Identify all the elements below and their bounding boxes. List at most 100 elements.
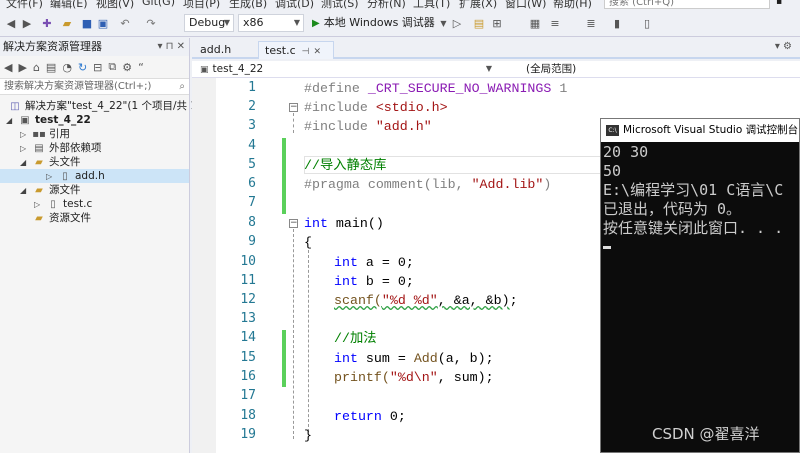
tab-overflow-icon[interactable]: ▾ ⚙ [775,41,792,52]
fold-guide [293,113,294,133]
external-deps-icon: ▤ [34,143,44,154]
bookmark-icon[interactable]: ▯ [640,15,654,31]
editor-tabs: add.h test.c ⊣ ✕ ▾ ⚙ [192,38,800,59]
brace: { [304,235,312,250]
tab-test-c[interactable]: test.c ⊣ ✕ [258,41,334,59]
tree-item-label: 资源文件 [49,212,91,224]
undo-icon[interactable]: ↶ [118,15,132,31]
save-icon[interactable]: ■ [80,15,94,31]
tree-item-project[interactable]: ◢ ▣ test_4_22 [6,113,91,127]
tree-item-add-h[interactable]: ▷ ▯ add.h [0,169,189,183]
switch-view-icon[interactable]: ▤ [46,61,56,74]
forward-icon[interactable]: ▶ [20,15,34,31]
forward-icon[interactable]: ▶ [18,61,26,74]
menu-debug[interactable]: 调试(D) [275,0,314,10]
search-input[interactable]: 搜索 (Ctrl+Q) [604,0,770,9]
debug-console-window[interactable]: C:\ Microsoft Visual Studio 调试控制台 20 30 5… [600,118,800,453]
code-line-9: { [304,235,312,251]
toolbar: ◀ ▶ ✚ ▰ ■ ▣ ↶ ↷ Debug ▼ x86 ▼ ▶ 本地 Window… [0,10,800,37]
tab-add-h[interactable]: add.h [194,41,256,59]
menu-window[interactable]: 窗口(W) [505,0,546,10]
menu-edit[interactable]: 编辑(E) [50,0,88,10]
sync-icon[interactable]: ↻ [78,61,87,74]
toolbar-extra-icon[interactable]: ≣ [584,15,598,31]
properties-icon[interactable]: ⚙ [122,61,132,74]
menu-analyze[interactable]: 分析(N) [367,0,406,10]
statement: sum = [357,351,414,366]
window-menu-icon[interactable]: ▪ [776,0,788,7]
change-indicator [282,138,286,214]
new-project-icon[interactable]: ✚ [40,15,54,31]
scope-select[interactable]: ▣ test_4_22 ▼ [196,61,496,77]
collapsed-icon: ▷ [20,130,27,139]
menu-extensions[interactable]: 扩展(X) [459,0,497,10]
menu-view[interactable]: 视图(V) [96,0,134,10]
line-number: 14 [240,330,256,345]
console-title-bar[interactable]: C:\ Microsoft Visual Studio 调试控制台 [601,119,799,142]
code-line-19: } [304,428,312,444]
toolbar-extra-icon[interactable]: ▤ [472,15,486,31]
collapse-all-icon[interactable]: ⊟ [93,61,102,74]
toolbar-extra-icon[interactable]: ▦ [528,15,542,31]
function-signature: main() [327,216,384,231]
folder-icon: ▰ [35,185,43,196]
redo-icon[interactable]: ↷ [144,15,158,31]
tree-item-label: test.c [63,198,93,210]
brace: } [304,428,312,443]
preprocessor-directive: #include [304,119,376,134]
project-icon: ▣ [20,115,30,126]
console-cursor [603,246,611,249]
menu-build[interactable]: 生成(B) [229,0,267,10]
tree-item-label: test_4_22 [35,114,91,126]
show-all-files-icon[interactable]: ⧉ [108,60,116,74]
pending-changes-icon[interactable]: ◔ [62,61,72,74]
tree-item-label: add.h [75,170,105,182]
line-number: 18 [240,408,256,423]
open-folder-icon[interactable]: ▰ [60,15,74,31]
tree-item-header-files[interactable]: ◢ ▰ 头文件 [20,155,81,169]
semicolon: ; [509,293,518,308]
preprocessor-directive: #define [304,81,368,96]
line-number: 19 [240,427,256,442]
tab-label: test.c [265,44,296,57]
tree-item-external-deps[interactable]: ▷ ▤ 外部依赖项 [20,141,102,155]
back-icon[interactable]: ◀ [4,61,12,74]
tree-item-references[interactable]: ▷ ▪▪ 引用 [20,127,70,141]
tree-item-solution[interactable]: ◫ 解决方案"test_4_22"(1 个项目/共 1 个) [8,99,215,113]
solution-search-input[interactable]: 搜索解决方案资源管理器(Ctrl+;) ⌕ [0,78,189,95]
keyword: int [334,255,358,270]
run-label: 本地 Windows 调试器 [323,16,435,29]
tree-item-source-files[interactable]: ◢ ▰ 源文件 [20,183,81,197]
code-line-18: return 0; [334,409,406,425]
menu-tools[interactable]: 工具(T) [413,0,450,10]
menu-project[interactable]: 项目(P) [183,0,220,10]
collapse-icon[interactable]: − [289,219,298,228]
close-icon[interactable]: ✕ [314,47,322,57]
collapsed-icon: ▷ [34,200,41,209]
start-debugging-button[interactable]: ▶ 本地 Windows 调试器 ▼ [312,15,446,31]
back-icon[interactable]: ◀ [4,15,18,31]
bookmark-icon[interactable]: ▮ [610,15,624,31]
menu-file[interactable]: 文件(F) [6,0,43,10]
home-icon[interactable]: ⌂ [33,61,40,74]
menu-git[interactable]: Git(G) [142,0,175,8]
more-icon[interactable]: “ [138,61,144,74]
menu-test[interactable]: 测试(S) [321,0,359,10]
menu-help[interactable]: 帮助(H) [553,0,592,10]
line-number: 9 [248,234,256,249]
toolbar-extra-icon[interactable]: ⊞ [490,15,504,31]
pin-icon[interactable]: ⊣ [302,47,310,57]
tree-item-test-c[interactable]: ▷ ▯ test.c [34,197,92,211]
toolbar-extra-icon[interactable]: ≡ [548,15,562,31]
solution-search-placeholder: 搜索解决方案资源管理器(Ctrl+;) [4,81,152,92]
pane-controls[interactable]: ▾ ⊓ ✕ [157,38,185,56]
configuration-select[interactable]: Debug ▼ [184,14,234,32]
statement: b = 0; [357,274,414,289]
line-number: 6 [248,176,256,191]
save-all-icon[interactable]: ▣ [96,15,110,31]
collapse-icon[interactable]: − [289,103,298,112]
tree-item-resource-files[interactable]: ▰ 资源文件 [32,211,91,225]
member-select[interactable]: (全局范围) [522,61,800,77]
start-without-debug-icon[interactable]: ▷ [450,15,464,31]
platform-select[interactable]: x86 ▼ [238,14,304,32]
